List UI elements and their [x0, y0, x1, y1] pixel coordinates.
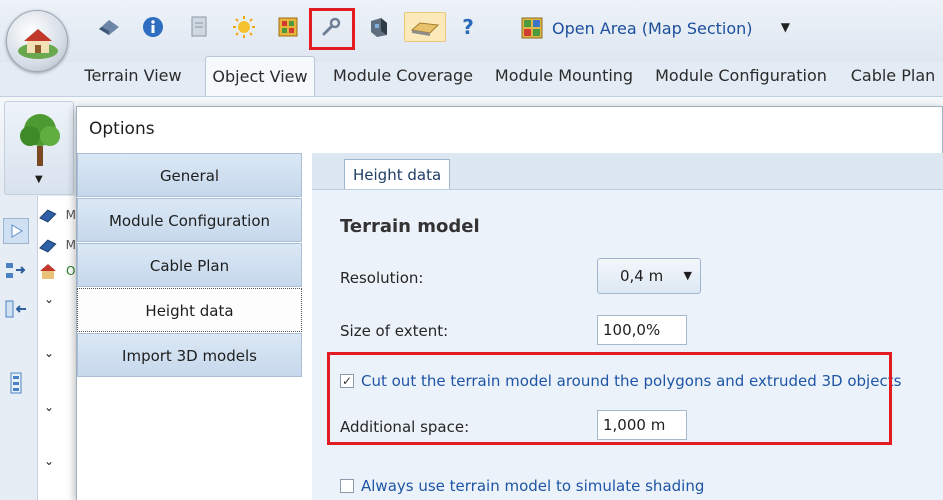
- tab-terrain-view[interactable]: Terrain View: [74, 56, 192, 96]
- move-right-icon[interactable]: [3, 258, 29, 284]
- tree-row-letter: O: [66, 264, 76, 278]
- dialog-body: General Module Configuration Cable Plan …: [77, 153, 943, 500]
- help-icon[interactable]: ?: [453, 12, 483, 42]
- extent-label: Size of extent:: [340, 322, 449, 340]
- dialog-title: Options: [89, 119, 155, 139]
- tree-tool-button[interactable]: ▼: [4, 101, 74, 195]
- move-left-icon[interactable]: [3, 296, 29, 322]
- area-select[interactable]: Open Area (Map Section) ▼: [520, 11, 802, 45]
- shading-checkbox[interactable]: [340, 479, 354, 493]
- hierarchy-icon[interactable]: [3, 370, 29, 396]
- resolution-select[interactable]: 0,4 m ▼: [597, 258, 701, 294]
- extent-input[interactable]: 100,0%: [597, 315, 687, 345]
- tree-row-solar-2[interactable]: M: [38, 234, 76, 256]
- app-menu-button[interactable]: [6, 10, 68, 72]
- tab-module-mounting[interactable]: Module Mounting: [490, 56, 638, 96]
- tab-cable-plan[interactable]: Cable Plan: [843, 56, 943, 96]
- tab-module-configuration[interactable]: Module Configuration: [652, 56, 830, 96]
- options-nav: General Module Configuration Cable Plan …: [77, 153, 302, 379]
- resolution-value: 0,4 m: [620, 267, 664, 285]
- chevron-down-icon: ⌄: [44, 292, 55, 306]
- nav-item-module-configuration[interactable]: Module Configuration: [77, 198, 302, 242]
- page-icon[interactable]: [184, 12, 214, 42]
- sun-icon[interactable]: [229, 12, 259, 42]
- tab-module-coverage[interactable]: Module Coverage: [330, 56, 476, 96]
- info-icon[interactable]: [138, 12, 168, 42]
- play-icon[interactable]: [3, 218, 29, 244]
- chevron-down-icon: ⌄: [44, 400, 55, 414]
- shading-label: Always use terrain model to simulate sha…: [361, 477, 705, 495]
- tree-row-solar-1[interactable]: M: [38, 204, 76, 226]
- ribbon-tabs: Terrain View Object View Module Coverage…: [0, 56, 943, 96]
- device-icon[interactable]: [364, 12, 394, 42]
- tree-row-letter: M: [65, 208, 76, 222]
- help-glyph: ?: [462, 15, 474, 39]
- tree-icon: [20, 114, 60, 166]
- tree-row-letter: M: [65, 238, 76, 252]
- eraser-icon[interactable]: [94, 12, 124, 42]
- resolution-label: Resolution:: [340, 269, 424, 287]
- height-data-panel: Terrain model Resolution: 0,4 m ▼ Size o…: [312, 189, 943, 500]
- wrench-highlight: [309, 8, 355, 50]
- nav-item-height-data[interactable]: Height data: [77, 288, 302, 332]
- shading-option[interactable]: Always use terrain model to simulate sha…: [340, 477, 704, 495]
- chevron-down-icon: ⌄: [44, 346, 55, 360]
- solar-panel-icon: [39, 209, 57, 223]
- chevron-down-icon: ▼: [683, 269, 692, 282]
- house-icon: [18, 29, 58, 59]
- chevron-down-icon: ⌄: [44, 454, 55, 468]
- nav-item-cable-plan[interactable]: Cable Plan: [77, 243, 302, 287]
- left-toolbar: [0, 196, 38, 500]
- cutout-highlight: [327, 352, 892, 445]
- solar-panel-icon: [39, 239, 57, 253]
- chevron-down-icon: ▼: [780, 20, 790, 34]
- section-heading: Terrain model: [340, 216, 480, 237]
- chevron-down-icon: ▼: [35, 174, 43, 185]
- content-tabstrip: Height data: [312, 153, 943, 193]
- house-icon: [40, 264, 56, 279]
- terrain-icon[interactable]: [404, 12, 446, 42]
- grid-icon[interactable]: [273, 12, 303, 42]
- nav-item-general[interactable]: General: [77, 153, 302, 197]
- tree-row-building[interactable]: O: [38, 260, 76, 282]
- tab-object-view[interactable]: Object View: [205, 56, 315, 96]
- options-content: Height data Terrain model Resolution: 0,…: [312, 153, 943, 500]
- nav-item-import-3d-models[interactable]: Import 3D models: [77, 333, 302, 377]
- map-icon: [521, 17, 543, 39]
- tab-height-data[interactable]: Height data: [344, 159, 451, 189]
- object-tree: M M O ⌄ ⌄ ⌄ ⌄: [38, 196, 76, 500]
- area-select-label: Open Area (Map Section): [552, 18, 753, 38]
